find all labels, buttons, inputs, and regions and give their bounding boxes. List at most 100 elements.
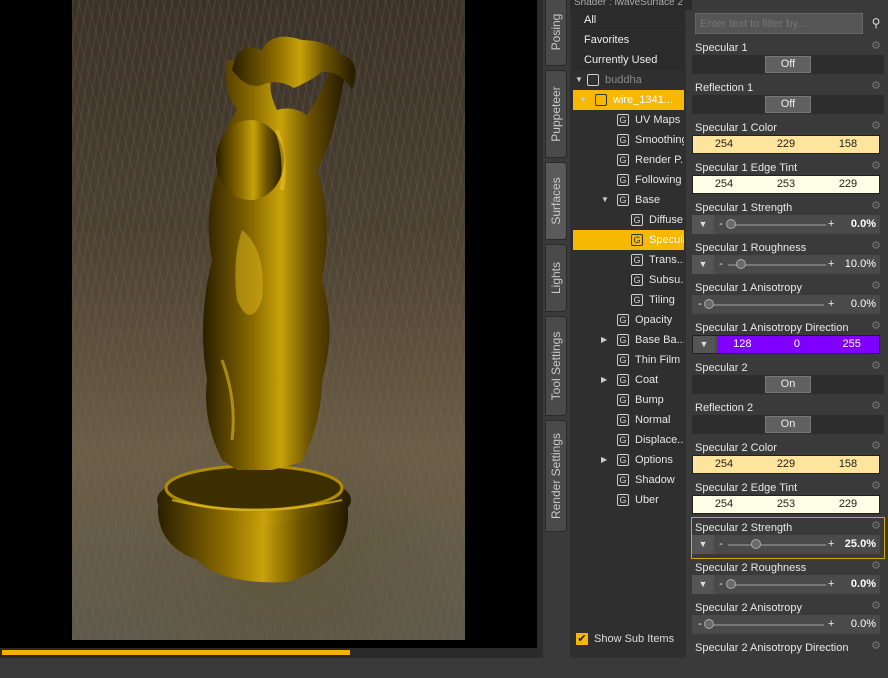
slider-value[interactable]: 25.0% <box>845 535 876 554</box>
slider-track[interactable] <box>728 544 826 546</box>
color-channel-value[interactable]: 229 <box>755 136 817 153</box>
gear-icon[interactable]: ⚙ <box>870 440 882 452</box>
slider[interactable]: ▼- +0.0% <box>692 575 880 594</box>
minus-icon[interactable]: - <box>719 575 723 594</box>
gear-icon[interactable]: ⚙ <box>870 600 882 612</box>
plus-icon[interactable]: + <box>828 575 834 594</box>
slider-value[interactable]: 0.0% <box>851 215 876 234</box>
slider-knob[interactable] <box>735 259 746 269</box>
slider-value[interactable]: 0.0% <box>851 615 876 634</box>
expand-right-icon[interactable]: ▶ <box>601 450 607 470</box>
property-filter-input[interactable] <box>695 13 863 34</box>
plus-icon[interactable]: + <box>828 215 834 234</box>
chevron-down-icon[interactable]: ▼ <box>692 215 714 234</box>
slider-track[interactable] <box>706 624 824 626</box>
minus-icon[interactable]: - <box>719 215 723 234</box>
tab-render-settings[interactable]: Render Settings <box>545 420 567 532</box>
tree-item[interactable]: G Subsu... <box>573 270 684 290</box>
tree-item[interactable]: G Smoothing <box>573 130 684 150</box>
tab-tool-settings[interactable]: Tool Settings <box>545 316 567 416</box>
filter-currently-used[interactable]: Currently Used <box>573 51 684 70</box>
minus-icon[interactable]: - <box>698 615 702 634</box>
color-swatch[interactable]: 254 229 158 <box>692 135 880 154</box>
slider-knob[interactable] <box>704 619 714 629</box>
tab-posing[interactable]: Posing <box>545 0 567 66</box>
toggle-button[interactable]: Off <box>765 56 811 73</box>
tab-puppeteer[interactable]: Puppeteer <box>545 70 567 158</box>
slider[interactable]: ▼- +0.0% <box>692 215 880 234</box>
minus-icon[interactable]: - <box>698 295 702 314</box>
color-channel-value[interactable]: 229 <box>817 496 879 513</box>
color-channel-value[interactable]: 253 <box>755 176 817 193</box>
color-channel-value[interactable]: 158 <box>817 456 879 473</box>
gear-icon[interactable]: ⚙ <box>870 520 882 532</box>
color-channel-value[interactable]: 158 <box>817 136 879 153</box>
plus-icon[interactable]: + <box>828 295 834 314</box>
gear-icon[interactable]: ⚙ <box>870 160 882 172</box>
expand-down-icon[interactable]: ▼ <box>601 190 609 210</box>
gear-icon[interactable]: ⚙ <box>870 200 882 212</box>
slider-knob[interactable] <box>726 579 736 589</box>
expand-right-icon[interactable]: ▶ <box>601 370 607 390</box>
tree-item[interactable]: G Diffuse <box>573 210 684 230</box>
tree-item[interactable]: G Displace... <box>573 430 684 450</box>
tree-item[interactable]: G Trans... <box>573 250 684 270</box>
color-swatch[interactable]: ▼ 128 0 255 <box>692 335 880 354</box>
slider-value[interactable]: 0.0% <box>851 295 876 314</box>
chevron-down-icon[interactable]: ▼ <box>693 336 715 353</box>
gear-icon[interactable]: ⚙ <box>870 480 882 492</box>
toggle-button[interactable]: On <box>765 416 811 433</box>
chevron-down-icon[interactable]: ▼ <box>692 575 714 594</box>
chevron-down-icon[interactable]: ▼ <box>692 535 714 554</box>
expand-right-icon[interactable]: ▶ <box>601 330 607 350</box>
toggle-button[interactable]: Off <box>765 96 811 113</box>
gear-icon[interactable]: ⚙ <box>870 120 882 132</box>
tree-item[interactable]: ▼ G Base <box>573 190 684 210</box>
slider[interactable]: ▼ - +25.0% <box>692 535 880 554</box>
tree-item[interactable]: ▶ G Options <box>573 450 684 470</box>
tree-item[interactable]: ▼ wire_1341... <box>573 90 684 110</box>
minus-icon[interactable]: - <box>719 255 723 274</box>
color-swatch[interactable]: 254 229 158 <box>692 455 880 474</box>
color-channel-value[interactable]: 254 <box>693 136 755 153</box>
color-channel-value[interactable]: 254 <box>693 176 755 193</box>
gear-icon[interactable]: ⚙ <box>870 640 882 652</box>
slider-value[interactable]: 0.0% <box>851 575 876 594</box>
color-channel-value[interactable]: 128 <box>715 336 770 353</box>
plus-icon[interactable]: + <box>828 535 834 554</box>
gear-icon[interactable]: ⚙ <box>870 40 882 52</box>
plus-icon[interactable]: + <box>828 615 834 634</box>
slider-knob[interactable] <box>726 219 736 229</box>
slider-track[interactable] <box>728 584 826 586</box>
filter-all[interactable]: All <box>573 11 684 30</box>
tree-item[interactable]: G Bump <box>573 390 684 410</box>
tree-item[interactable]: G Render P... <box>573 150 684 170</box>
slider-value[interactable]: 10.0% <box>845 255 876 274</box>
tab-lights[interactable]: Lights <box>545 244 567 312</box>
expand-down-icon[interactable]: ▼ <box>575 70 583 90</box>
gear-icon[interactable]: ⚙ <box>870 240 882 252</box>
color-channel-value[interactable]: 253 <box>755 496 817 513</box>
toggle-button[interactable]: On <box>765 376 811 393</box>
tree-item[interactable]: G Following <box>573 170 684 190</box>
color-swatch[interactable]: 254 253 229 <box>692 175 880 194</box>
gear-icon[interactable]: ⚙ <box>870 280 882 292</box>
tree-item[interactable]: G Specular <box>573 230 684 250</box>
plus-icon[interactable]: + <box>828 255 834 274</box>
color-swatch[interactable]: 254 253 229 <box>692 495 880 514</box>
slider-track[interactable] <box>728 224 826 226</box>
show-sub-items-checkbox[interactable]: ✔ Show Sub Items <box>576 630 686 648</box>
slider[interactable]: ▼ - +10.0% <box>692 255 880 274</box>
filter-favorites[interactable]: Favorites <box>573 31 684 50</box>
color-channel-value[interactable]: 229 <box>755 456 817 473</box>
tree-item[interactable]: G UV Maps <box>573 110 684 130</box>
gear-icon[interactable]: ⚙ <box>870 360 882 372</box>
minus-icon[interactable]: - <box>719 535 723 554</box>
gear-icon[interactable]: ⚙ <box>870 320 882 332</box>
color-channel-value[interactable]: 0 <box>770 336 825 353</box>
color-channel-value[interactable]: 229 <box>817 176 879 193</box>
tree-item[interactable]: G Opacity <box>573 310 684 330</box>
chevron-down-icon[interactable]: ▼ <box>692 255 714 274</box>
slider-knob[interactable] <box>750 539 761 549</box>
slider[interactable]: ▼-+0.0% <box>692 615 880 634</box>
